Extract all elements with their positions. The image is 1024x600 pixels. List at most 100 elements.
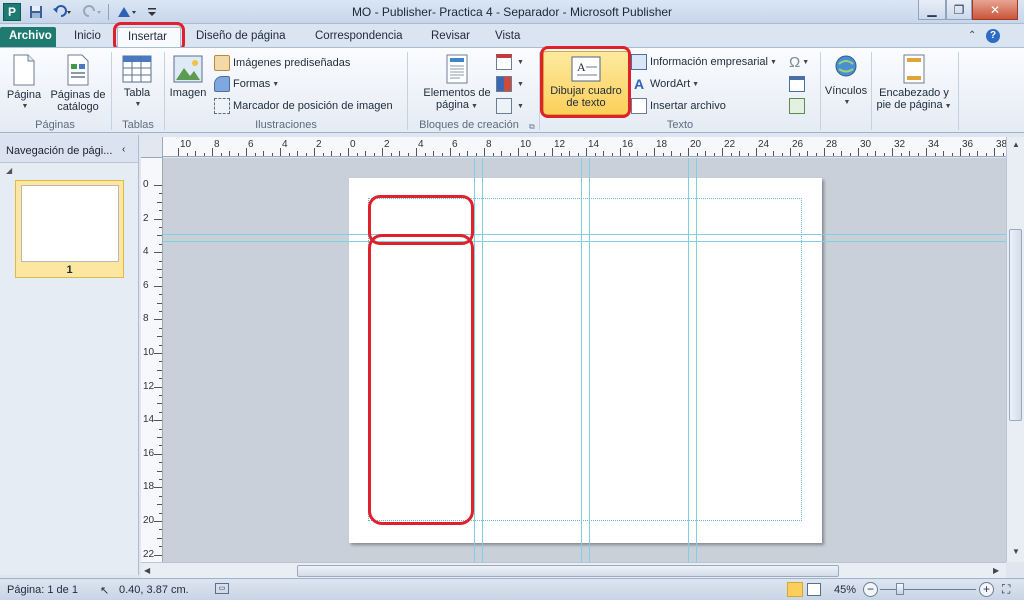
picture-placeholder-icon bbox=[214, 98, 230, 114]
vinculos-button[interactable]: Vínculos ▼ bbox=[824, 54, 868, 109]
single-page-view-icon[interactable] bbox=[787, 582, 803, 597]
calendars-icon[interactable]: ▼ bbox=[496, 53, 524, 71]
minimize-ribbon-icon[interactable]: ⌃ bbox=[968, 30, 976, 41]
imagen-button[interactable]: Imagen bbox=[168, 54, 208, 99]
page-icon bbox=[13, 54, 35, 86]
ruler-minor-tick bbox=[662, 153, 664, 156]
paginas-catalogo-button[interactable]: Páginas de catálogo bbox=[48, 54, 108, 113]
zoom-slider-track[interactable] bbox=[880, 589, 976, 590]
ruler-minor-tick bbox=[611, 153, 613, 156]
ruler-corner bbox=[141, 137, 163, 158]
cursor-position: 0.40, 3.87 cm. bbox=[119, 584, 189, 596]
fit-page-icon[interactable]: ⛶ bbox=[1002, 582, 1010, 597]
zoom-out-button[interactable]: − bbox=[863, 582, 878, 597]
horizontal-scroll-thumb[interactable] bbox=[297, 565, 839, 577]
clip-art-icon bbox=[214, 55, 230, 71]
help-icon[interactable]: ? bbox=[986, 29, 1000, 43]
ruler-label: 4 bbox=[418, 139, 424, 150]
ruler-tick bbox=[688, 148, 689, 156]
page-thumbnail[interactable]: 1 bbox=[15, 180, 124, 278]
maximize-button[interactable]: ❐ bbox=[946, 0, 972, 20]
scroll-left-icon[interactable]: ◀ bbox=[144, 566, 150, 575]
marcador-posicion-imagen-button[interactable]: Marcador de posición de imagen bbox=[214, 97, 393, 115]
encabezado-pie-button[interactable]: Encabezado y pie de página ▼ bbox=[874, 54, 954, 113]
scroll-up-icon[interactable]: ▲ bbox=[1012, 140, 1020, 149]
ruler-tick bbox=[314, 148, 315, 156]
ruler-minor-tick bbox=[159, 462, 162, 464]
tab-vista[interactable]: Vista bbox=[485, 27, 530, 48]
ruler-label: 4 bbox=[282, 139, 288, 150]
vertical-ruler[interactable]: 0 2 4 6 8 10 12 14 16 18 20 22 bbox=[141, 158, 163, 562]
ruler-label: 26 bbox=[792, 139, 804, 150]
expand-triangle-icon[interactable]: ◢ bbox=[6, 166, 12, 175]
scroll-down-icon[interactable]: ▼ bbox=[1012, 547, 1020, 556]
ruler-label: 2 bbox=[316, 139, 322, 150]
ruler-minor-tick bbox=[900, 153, 902, 156]
group-label-bloques: Bloques de creación bbox=[419, 119, 519, 131]
date-time-icon[interactable] bbox=[789, 75, 808, 93]
ruler-minor-tick bbox=[603, 151, 604, 156]
collapse-pane-icon[interactable]: ‹ bbox=[122, 144, 125, 155]
symbol-icon[interactable]: Ω ▼ bbox=[789, 53, 809, 71]
page-indicator[interactable]: Página: 1 de 1 bbox=[7, 584, 78, 596]
insertar-archivo-button[interactable]: Insertar archivo bbox=[631, 97, 726, 115]
ruler-minor-tick bbox=[159, 277, 162, 279]
zoom-level[interactable]: 45% bbox=[834, 584, 856, 596]
ruler-label: 22 bbox=[143, 548, 155, 560]
dialog-launcher-icon[interactable]: ⧉ bbox=[529, 122, 535, 132]
borders-accents-icon[interactable]: ▼ bbox=[496, 75, 524, 93]
publication-page[interactable] bbox=[163, 158, 1006, 562]
ruler-minor-tick bbox=[696, 153, 698, 156]
ruler-label: 8 bbox=[143, 313, 149, 325]
ruler-minor-tick bbox=[373, 153, 375, 156]
elementos-de-pagina-button[interactable]: Elementos de página ▼ bbox=[420, 54, 494, 113]
vertical-scrollbar[interactable]: ▲ ▼ bbox=[1006, 137, 1024, 562]
tabla-button[interactable]: Tabla ▼ bbox=[116, 54, 158, 111]
vertical-scroll-thumb[interactable] bbox=[1009, 229, 1022, 421]
advertisements-icon[interactable]: ▼ bbox=[496, 97, 524, 115]
zoom-slider-knob[interactable] bbox=[896, 583, 904, 595]
zoom-in-button[interactable]: + bbox=[979, 582, 994, 597]
tab-revisar[interactable]: Revisar bbox=[421, 27, 480, 48]
informacion-empresarial-button[interactable]: Información empresarial ▼ bbox=[631, 53, 777, 71]
minimize-button[interactable]: ▁ bbox=[918, 0, 946, 20]
tab-insertar[interactable]: Insertar bbox=[117, 27, 181, 48]
tab-inicio[interactable]: Inicio bbox=[64, 27, 111, 48]
ruler-minor-tick bbox=[159, 327, 162, 329]
ruler-tick bbox=[824, 148, 825, 156]
ruler-minor-tick bbox=[331, 151, 332, 156]
scroll-right-icon[interactable]: ▶ bbox=[993, 566, 999, 575]
pagina-button[interactable]: Página ▼ bbox=[4, 54, 44, 113]
ruler-minor-tick bbox=[467, 151, 468, 156]
svg-text:A: A bbox=[577, 60, 586, 74]
ruler-minor-tick bbox=[535, 151, 536, 156]
dibujar-cuadro-de-texto-button[interactable]: A Dibujar cuadro de texto bbox=[543, 51, 629, 115]
cursor-position-icon: ↖ bbox=[100, 585, 110, 597]
ruler-minor-tick bbox=[159, 344, 162, 346]
ruler-minor-tick bbox=[560, 153, 562, 156]
ruler-label: 30 bbox=[860, 139, 872, 150]
horizontal-scrollbar[interactable]: ◀ ▶ bbox=[141, 562, 1006, 578]
ruler-tick bbox=[994, 148, 995, 156]
formas-button[interactable]: Formas ▼ bbox=[214, 75, 279, 93]
two-page-view-icon[interactable] bbox=[807, 583, 821, 596]
close-button[interactable]: ✕ bbox=[972, 0, 1018, 20]
ruler-minor-tick bbox=[271, 153, 273, 156]
ruler-label: 6 bbox=[452, 139, 458, 150]
ruler-minor-tick bbox=[713, 153, 715, 156]
tab-diseno-de-pagina[interactable]: Diseño de página bbox=[186, 27, 296, 48]
tab-correspondencia[interactable]: Correspondencia bbox=[305, 27, 413, 48]
wordart-button[interactable]: A WordArt ▼ bbox=[631, 75, 699, 93]
ruler-minor-tick bbox=[841, 151, 842, 156]
horizontal-ruler[interactable]: 10 8 6 4 2 0 2 4 6 8 10 12 14 16 18 20 22 24 26 28 30 32 34 36 3… bbox=[163, 137, 1006, 157]
imagenes-prediseñadas-button[interactable]: Imágenes prediseñadas bbox=[214, 54, 350, 72]
ruler-minor-tick bbox=[909, 151, 910, 156]
tab-archivo[interactable]: Archivo bbox=[0, 27, 56, 48]
ruler-minor-tick bbox=[832, 153, 834, 156]
ruler-minor-tick bbox=[875, 151, 876, 156]
ruler-minor-tick bbox=[157, 403, 162, 405]
ruler-minor-tick bbox=[159, 546, 162, 548]
object-icon[interactable] bbox=[789, 97, 808, 115]
workspace-canvas[interactable] bbox=[163, 158, 1006, 562]
ruler-tick bbox=[416, 148, 417, 156]
